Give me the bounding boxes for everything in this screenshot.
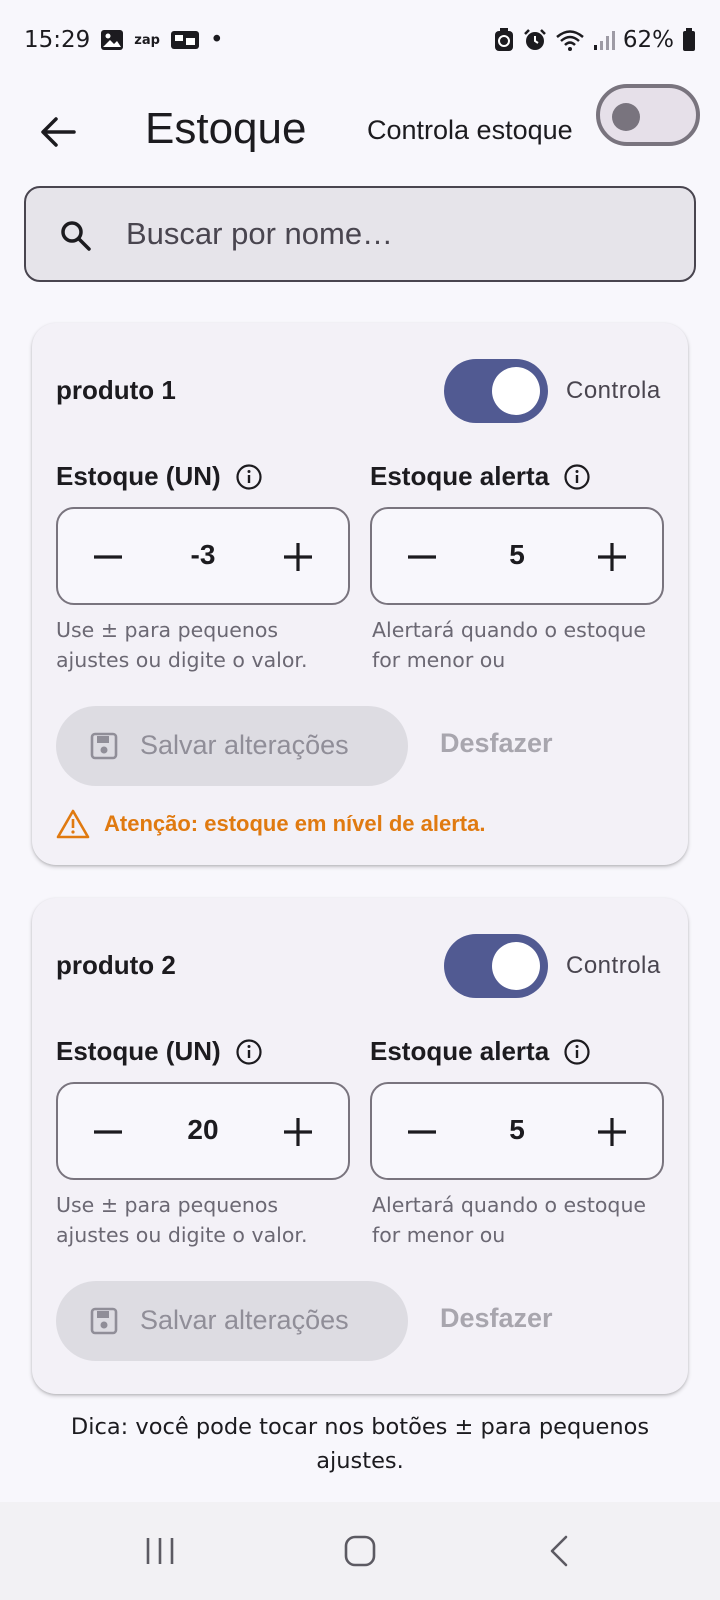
plus-icon [284, 1118, 312, 1146]
alert-stepper: 5 [370, 507, 664, 605]
tip-text: Dica: você pode tocar nos botões ± para … [70, 1414, 650, 1474]
alert-value-input[interactable]: 5 [452, 1114, 582, 1146]
stock-screen: 15:29 zap • 62% Estoque Controla estoque… [0, 0, 720, 1600]
stock-stepper: 20 [56, 1082, 350, 1180]
product-stock-toggle[interactable] [444, 934, 548, 998]
decrement-alert-button[interactable] [398, 1108, 446, 1156]
alert-label-text: Estoque alerta [370, 1036, 550, 1066]
product-stock-toggle-label: Controla [566, 377, 661, 404]
home-icon [344, 1535, 376, 1567]
system-navigation-bar [0, 1502, 720, 1600]
nav-back-button[interactable] [500, 1502, 620, 1600]
minus-icon [94, 1130, 122, 1134]
global-stock-toggle-label: Controla estoque [367, 115, 573, 145]
minus-icon [408, 1130, 436, 1134]
toggle-thumb [492, 367, 540, 415]
plus-icon [598, 543, 626, 571]
battery-icon [682, 28, 696, 52]
undo-button[interactable]: Desfazer [440, 1303, 553, 1334]
zap-notification-icon: zap [134, 32, 160, 48]
undo-button[interactable]: Desfazer [440, 728, 553, 759]
stock-helper-text: Use ± para pequenos ajustes ou digite o … [56, 618, 308, 672]
save-changes-button[interactable]: Salvar alterações [56, 1281, 408, 1361]
info-icon[interactable] [235, 1038, 263, 1066]
warning-triangle-icon [56, 809, 90, 839]
save-changes-button[interactable]: Salvar alterações [56, 706, 408, 786]
warning-text: Atenção: estoque em nível de alerta. [104, 811, 486, 836]
plus-icon [598, 1118, 626, 1146]
minus-icon [408, 555, 436, 559]
app-bar: Estoque Controla estoque [0, 80, 720, 190]
status-time: 15:29 [24, 27, 91, 53]
search-icon [61, 221, 91, 251]
alert-stepper: 5 [370, 1082, 664, 1180]
product-stock-toggle[interactable] [444, 359, 548, 423]
increment-alert-button[interactable] [588, 533, 636, 581]
decrement-stock-button[interactable] [84, 1108, 132, 1156]
battery-percent: 62% [622, 27, 674, 53]
stock-value-input[interactable]: -3 [138, 539, 268, 571]
increment-stock-button[interactable] [274, 533, 322, 581]
save-changes-label: Salvar alterações [140, 730, 349, 760]
info-icon[interactable] [563, 463, 591, 491]
product-stock-toggle-label: Controla [566, 952, 661, 979]
decrement-alert-button[interactable] [398, 533, 446, 581]
alert-field-label: Estoque alerta [370, 1036, 591, 1067]
increment-stock-button[interactable] [274, 1108, 322, 1156]
alert-label-text: Estoque alerta [370, 461, 550, 491]
search-bar [24, 186, 696, 282]
stock-label-text: Estoque (UN) [56, 1036, 221, 1066]
alarm-icon [523, 28, 547, 52]
back-button[interactable] [28, 102, 88, 162]
stock-alert-warning: Atenção: estoque em nível de alerta. [56, 809, 485, 839]
toggle-thumb [492, 942, 540, 990]
plus-icon [284, 543, 312, 571]
increment-alert-button[interactable] [588, 1108, 636, 1156]
toggle-thumb [612, 103, 640, 131]
minus-icon [94, 555, 122, 559]
alert-value-input[interactable]: 5 [452, 539, 582, 571]
product-card: produto 1 Controla Estoque (UN) Estoque … [32, 323, 688, 865]
alert-helper-text: Alertará quando o estoque for menor ou [372, 618, 647, 672]
stock-label-text: Estoque (UN) [56, 461, 221, 491]
wifi-icon [555, 28, 585, 52]
chevron-left-icon [550, 1535, 568, 1567]
product-card: produto 2 Controla Estoque (UN) Estoque … [32, 898, 688, 1394]
stock-helper-text: Use ± para pequenos ajustes ou digite o … [56, 1193, 308, 1247]
product-name: produto 1 [56, 375, 176, 405]
global-stock-toggle[interactable] [596, 84, 700, 146]
search-input[interactable] [126, 188, 666, 280]
recents-icon [146, 1538, 174, 1564]
stock-value-input[interactable]: 20 [138, 1114, 268, 1146]
battery-saver-icon [493, 28, 515, 52]
recents-button[interactable] [100, 1502, 220, 1600]
signal-icon [593, 29, 615, 51]
save-icon [90, 732, 118, 760]
info-icon[interactable] [235, 463, 263, 491]
alert-helper-text: Alertará quando o estoque for menor ou [372, 1193, 647, 1247]
page-title: Estoque [145, 104, 307, 153]
save-icon [90, 1307, 118, 1335]
product-name: produto 2 [56, 950, 176, 980]
home-button[interactable] [300, 1502, 420, 1600]
decrement-stock-button[interactable] [84, 533, 132, 581]
alert-field-label: Estoque alerta [370, 461, 591, 492]
app-notification-icon [170, 29, 200, 51]
gallery-icon [100, 29, 124, 51]
stock-field-label: Estoque (UN) [56, 461, 263, 492]
arrow-left-icon [41, 117, 76, 147]
save-changes-label: Salvar alterações [140, 1305, 349, 1335]
info-icon[interactable] [563, 1038, 591, 1066]
stock-field-label: Estoque (UN) [56, 1036, 263, 1067]
status-more-dot: • [209, 27, 224, 53]
stock-stepper: -3 [56, 507, 350, 605]
status-bar: 15:29 zap • 62% [0, 0, 720, 80]
